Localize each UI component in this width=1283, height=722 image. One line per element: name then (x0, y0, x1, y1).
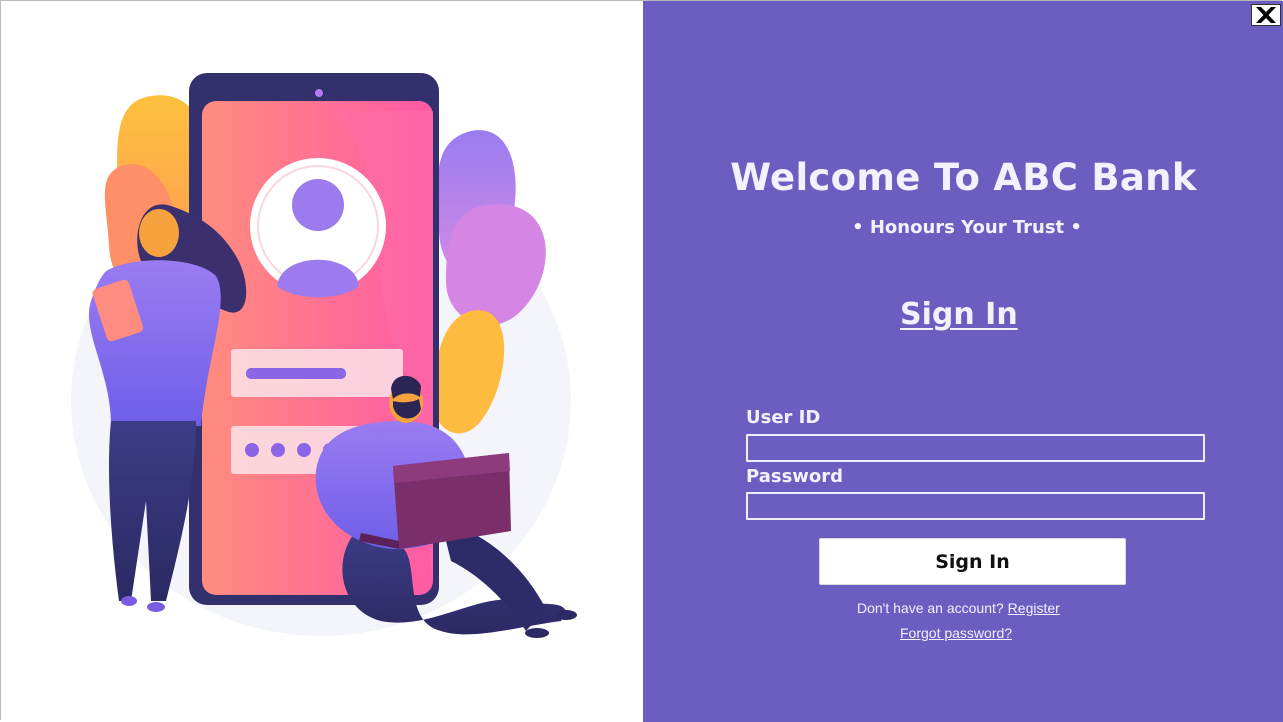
phone-login-people-illustration-icon (71, 73, 577, 638)
sign-in-button[interactable]: Sign In (819, 538, 1126, 585)
user-id-label: User ID (746, 407, 821, 428)
login-panel: Welcome To ABC Bank • Honours Your Trust… (643, 1, 1283, 722)
close-x-icon (1256, 7, 1276, 23)
register-row: Don't have an account? Register (857, 600, 1060, 616)
tagline: • Honours Your Trust • (852, 217, 1082, 238)
login-window: Welcome To ABC Bank • Honours Your Trust… (0, 0, 1283, 722)
welcome-title: Welcome To ABC Bank (730, 156, 1197, 199)
illustration-panel (1, 1, 643, 722)
register-link[interactable]: Register (1008, 600, 1060, 616)
password-label: Password (746, 466, 844, 487)
close-button[interactable] (1251, 4, 1281, 26)
password-input[interactable] (746, 492, 1205, 520)
forgot-password-link[interactable]: Forgot password? (900, 625, 1012, 641)
sign-in-heading: Sign In (900, 297, 1018, 332)
user-id-input[interactable] (746, 434, 1205, 462)
no-account-text: Don't have an account? (857, 600, 1004, 616)
